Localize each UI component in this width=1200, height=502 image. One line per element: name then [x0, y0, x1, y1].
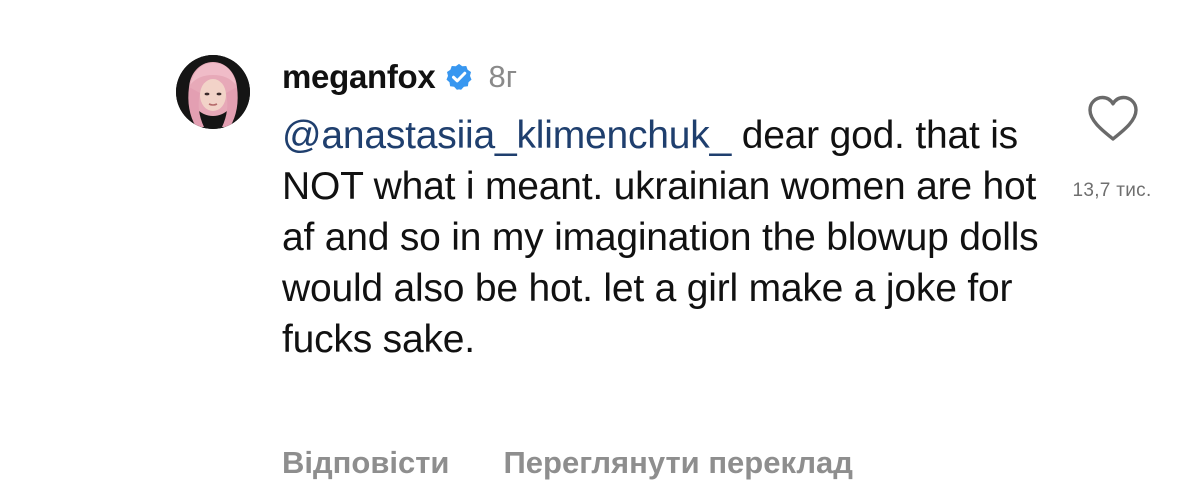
comment-item: meganfox 8г @anastasiia_klimenchuk_ dear… [0, 0, 1200, 502]
heart-outline-icon [1088, 95, 1138, 141]
avatar[interactable] [176, 55, 250, 129]
see-translation-button[interactable]: Переглянути переклад [504, 445, 853, 481]
avatar-image [176, 55, 250, 129]
verified-badge-icon [444, 62, 474, 92]
like-button[interactable] [1086, 94, 1140, 144]
reply-button[interactable]: Відповісти [282, 445, 450, 481]
comment-timestamp: 8г [488, 59, 518, 94]
comment-actions: Відповісти Переглянути переклад [282, 445, 853, 481]
mention-link[interactable]: @anastasiia_klimenchuk_ [282, 114, 731, 157]
like-count: 13,7 тис. [1072, 180, 1152, 201]
comment-header: meganfox 8г [282, 52, 517, 102]
comment-text: @anastasiia_klimenchuk_ dear god. that i… [282, 110, 1042, 365]
username-link[interactable]: meganfox [282, 58, 436, 96]
